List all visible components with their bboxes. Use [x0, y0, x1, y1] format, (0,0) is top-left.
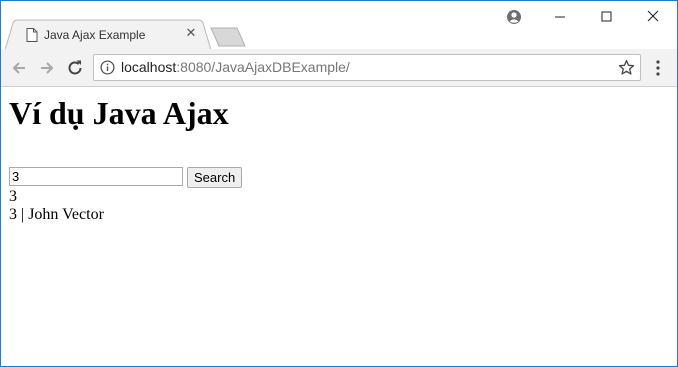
back-arrow-icon[interactable]	[9, 58, 29, 78]
window-close-button[interactable]	[629, 5, 675, 29]
result-text: 3 | John Vector	[9, 206, 104, 223]
url-path: :8080/JavaAjaxDBExample/	[176, 59, 350, 75]
maximize-button[interactable]	[583, 5, 629, 29]
forward-arrow-icon[interactable]	[37, 58, 57, 78]
reload-icon[interactable]	[65, 58, 85, 78]
page-heading: Ví dụ Java Ajax	[9, 95, 229, 131]
search-button[interactable]: Search	[187, 167, 243, 188]
tab-title: Java Ajax Example	[44, 28, 146, 42]
url-host: localhost	[121, 59, 177, 75]
profile-icon[interactable]	[506, 9, 522, 25]
address-bar[interactable]: localhost:8080/JavaAjaxDBExample/	[93, 54, 641, 81]
browser-toolbar: localhost:8080/JavaAjaxDBExample/	[1, 49, 677, 87]
title-bar: Java Ajax Example ✕	[1, 1, 677, 50]
info-icon[interactable]	[100, 60, 115, 75]
echo-text: 3	[9, 188, 17, 205]
browser-window: Java Ajax Example ✕ localhost:8080/JavaA…	[0, 0, 678, 367]
url-text[interactable]: localhost:8080/JavaAjaxDBExample/	[121, 59, 350, 75]
new-tab-button[interactable]	[207, 27, 247, 47]
close-icon[interactable]: ✕	[184, 27, 198, 41]
page-icon	[26, 28, 38, 42]
search-input[interactable]	[9, 167, 183, 186]
star-icon[interactable]	[618, 59, 635, 76]
minimize-button[interactable]	[537, 5, 583, 29]
page-content: Ví dụ Java Ajax Search 3 3 | John Vector	[1, 87, 677, 366]
menu-dots-icon[interactable]	[653, 59, 663, 77]
